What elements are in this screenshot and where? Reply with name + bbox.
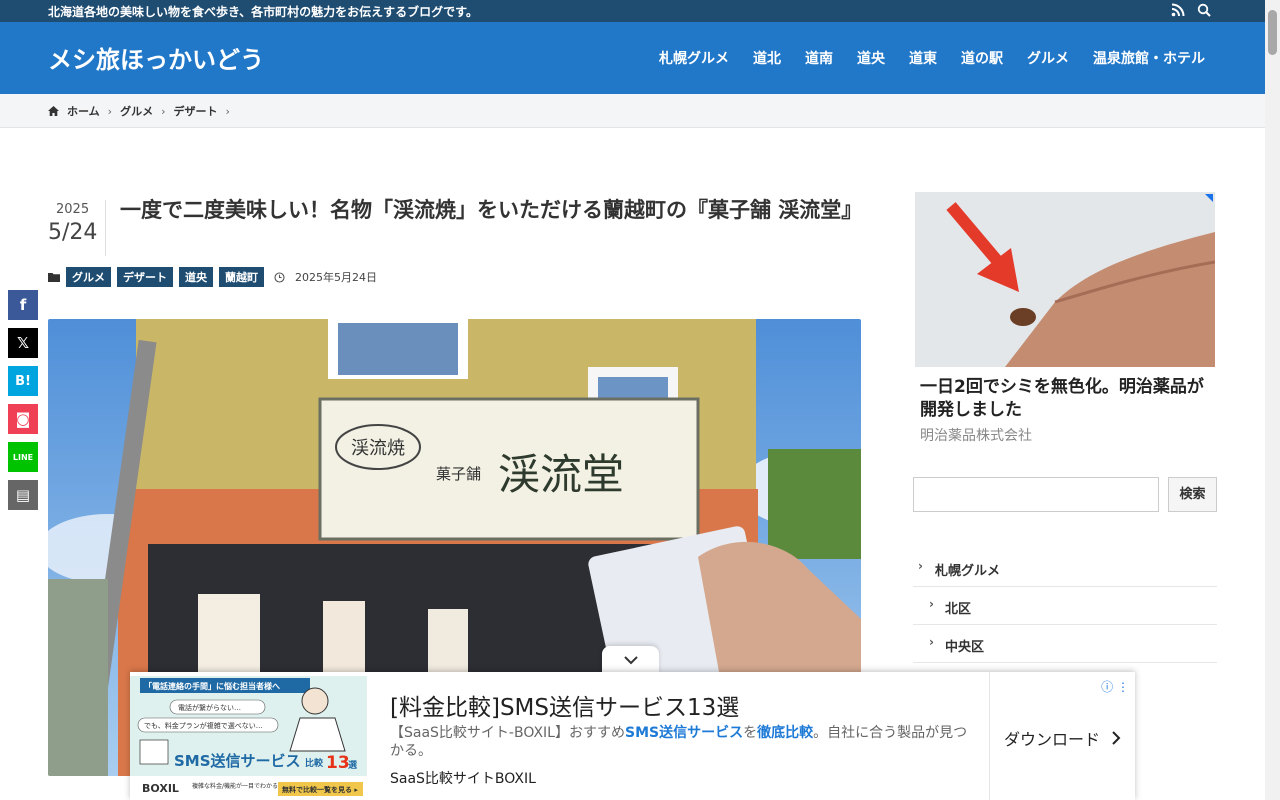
breadcrumb-gourmet[interactable]: グルメ [120,103,153,119]
tag-dessert[interactable]: デザート [117,267,173,287]
sidebar-ad-image[interactable] [915,192,1215,367]
category-label: 札幌グルメ [935,564,1001,579]
chevron-right-icon: › [929,635,934,649]
sign-big-text: 渓流堂 [498,450,624,499]
sidebar-ad-title[interactable]: 一日2回でシミを無色化。明治薬品が開発しました [920,376,1210,422]
chevron-right-icon [1112,731,1121,745]
share-x-button[interactable]: 𝕏 [8,328,38,358]
chevron-down-icon [623,656,638,665]
bottom-ad-image[interactable]: 「電話連絡の手間」に悩む担当者様へ 電話が繋がらない… でも、料金プランが複雑で… [130,676,367,800]
nav-item-onsen[interactable]: 温泉旅館・ホテル [1093,48,1205,68]
share-facebook-button[interactable]: f [8,290,38,320]
top-bar: 北海道各地の美味しい物を食べ歩き、各市町村の魅力をお伝えするブログです。 [0,0,1265,22]
ad-img-bubble2: でも、料金プランが複雑で選べない… [144,721,263,730]
nav-item-donan[interactable]: 道南 [805,48,833,68]
nav-item-sapporo[interactable]: 札幌グルメ [659,48,729,68]
rss-icon[interactable] [1170,3,1186,19]
breadcrumb-dessert[interactable]: デザート [173,103,217,119]
site-tagline: 北海道各地の美味しい物を食べ歩き、各市町村の魅力をお伝えするブログです。 [48,5,478,19]
share-line-button[interactable]: LINE [8,442,38,472]
ad-img-count: 13 [326,753,350,773]
folder-icon [48,273,60,282]
clock-icon [274,271,285,283]
search-icon[interactable] [1196,3,1212,19]
sign-small-text: 渓流焼 [351,438,405,459]
sign-label-text: 菓子舗 [436,465,481,483]
ad-img-bubble1: 電話が繋がらない… [178,703,241,712]
nav-item-doto[interactable]: 道東 [909,48,937,68]
tag-rankoshi[interactable]: 蘭越町 [219,267,264,287]
bottom-anchor-ad[interactable]: 「電話連絡の手間」に悩む担当者様へ 電話が繋がらない… でも、料金プランが複雑で… [130,672,1135,800]
nav-item-michinoeki[interactable]: 道の駅 [961,48,1003,68]
sidebar-ad-source[interactable]: 明治薬品株式会社 [920,425,1032,445]
copy-link-button[interactable]: ▤ [8,480,38,510]
chevron-right-icon: › [161,104,166,118]
post-title: 一度で二度美味しい！名物「渓流焼」をいただける蘭越町の『菓子舗 渓流堂』 [120,198,863,222]
tag-doo[interactable]: 道央 [179,267,213,287]
ad-img-banner-text: 「電話連絡の手間」に悩む担当者様へ [144,681,280,691]
share-hatena-button[interactable]: B! [8,366,38,396]
chevron-right-icon: › [929,597,934,611]
category-item-kita[interactable]: › 北区 [913,587,1217,625]
bottom-ad-desc-highlight2: 徹底比較 [757,725,814,741]
nav-item-gourmet[interactable]: グルメ [1027,48,1069,68]
ad-info-icon[interactable]: ⓘ ⋮ [1101,678,1129,695]
site-title[interactable]: メシ旅ほっかいどう [48,40,264,75]
share-pocket-button[interactable]: ◙ [8,404,38,434]
nav-item-doo[interactable]: 道央 [857,48,885,68]
chevron-right-icon: › [918,559,923,573]
category-item-sapporo[interactable]: › 札幌グルメ [913,549,1217,587]
bottom-ad-desc-pre: 【SaaS比較サイト-BOXIL】おすすめ [390,725,625,741]
post-date-box: 2025 5/24 [48,200,106,256]
page-scrollbar[interactable] [1265,0,1280,800]
ad-img-button-text: 無料で比較一覧を見る ▸ [282,785,358,794]
category-item-chuo[interactable]: › 中央区 [913,625,1217,663]
ad-img-note: 複雑な料金/機能が一目でわかる [192,782,278,790]
sidebar-search-input[interactable] [913,477,1159,512]
bottom-ad-desc-highlight: SMS送信サービス [625,725,744,741]
breadcrumb: ホーム › グルメ › デザート › [0,94,1265,128]
ad-collapse-button[interactable] [602,646,659,674]
published-date: 2025年5月24日 [295,271,377,284]
ad-img-count-unit: 選 [348,760,358,771]
post-month-day: 5/24 [48,220,98,245]
nav-item-dohoku[interactable]: 道北 [753,48,781,68]
chevron-right-icon: › [107,104,113,118]
category-label: 北区 [945,602,972,617]
bottom-ad-cta-label: ダウンロード [1004,730,1101,749]
chevron-right-icon: › [225,104,230,118]
post-meta: グルメ デザート 道央 蘭越町 2025年5月24日 [48,267,377,287]
bottom-ad-title[interactable]: [料金比較]SMS送信サービス13選 [390,688,739,722]
ad-img-compare: 比較 [305,757,324,769]
breadcrumb-home[interactable]: ホーム [67,103,100,119]
category-label: 中央区 [945,640,985,655]
ad-img-logo: BOXIL [142,782,179,795]
site-header: メシ旅ほっかいどう 札幌グルメ 道北 道南 道央 道東 道の駅 グルメ 温泉旅館… [0,22,1265,94]
scrollbar-thumb[interactable] [1268,10,1277,55]
home-icon [48,106,59,116]
ad-img-service: SMS送信サービス [174,752,301,770]
bottom-ad-source[interactable]: SaaS比較サイトBOXIL [390,768,536,788]
post-year: 2025 [56,202,90,217]
tag-gourmet[interactable]: グルメ [66,267,111,287]
bottom-ad-description: 【SaaS比較サイト-BOXIL】おすすめSMS送信サービスを徹底比較。自社に合… [390,724,980,760]
sidebar-search-button[interactable]: 検索 [1168,477,1217,512]
bottom-ad-desc-mid: を [743,725,758,741]
global-nav: 札幌グルメ 道北 道南 道央 道東 道の駅 グルメ 温泉旅館・ホテル [659,48,1205,68]
